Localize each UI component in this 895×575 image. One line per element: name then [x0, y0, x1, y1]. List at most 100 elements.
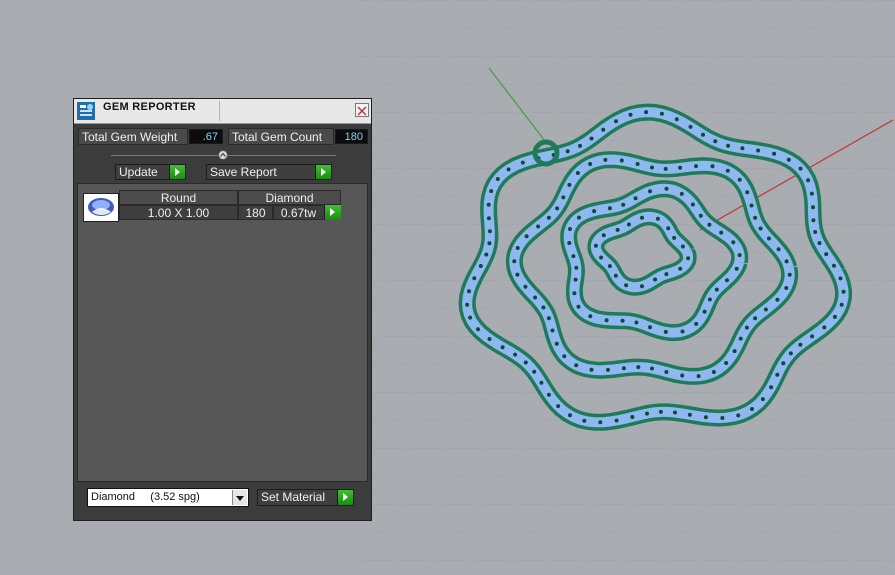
gem-prong — [822, 325, 827, 330]
gem-prong — [726, 143, 731, 148]
gem-prong — [568, 227, 572, 231]
chevron-down-icon[interactable] — [232, 490, 247, 505]
gem-prong — [798, 342, 803, 347]
gem-prong — [788, 351, 793, 356]
gem-reporter-panel: GEM REPORTER Total Gem Weight .67 Total … — [73, 98, 372, 521]
gem-prong — [513, 352, 518, 357]
gem-prong — [607, 206, 612, 211]
gem-prong — [512, 259, 517, 264]
gem-prong — [550, 328, 555, 333]
gem-prong — [536, 224, 541, 229]
gem-prong — [786, 157, 791, 162]
gem-prong — [650, 165, 654, 170]
gem-prong — [574, 363, 579, 368]
gem-size-cell[interactable]: 1.00 X 1.00 — [119, 205, 238, 220]
gem-prong — [749, 203, 754, 208]
gem-prong — [520, 160, 525, 165]
gem-prong — [672, 235, 677, 240]
gem-prong — [532, 369, 537, 374]
gem-prong — [487, 229, 492, 234]
gem-prong — [781, 361, 786, 366]
gem-prong — [658, 409, 663, 414]
set-material-button[interactable]: Set Material — [257, 489, 354, 506]
gem-prong — [687, 412, 692, 417]
gem-prong — [567, 241, 572, 245]
gem-prong — [599, 255, 604, 260]
gem-prong — [653, 277, 658, 282]
gem-prong — [476, 327, 480, 332]
gem-prong — [663, 329, 668, 334]
gem-prong — [467, 289, 471, 294]
gem-prong — [664, 272, 669, 277]
gem-prong — [711, 370, 716, 374]
panel-title-bar[interactable]: GEM REPORTER — [74, 99, 371, 124]
gem-prong — [472, 276, 477, 281]
gem-prong — [694, 321, 699, 326]
gem-prong — [601, 127, 606, 132]
panel-splitter-handle[interactable] — [218, 150, 228, 160]
gem-prong — [630, 415, 635, 419]
gem-prong — [648, 325, 652, 330]
gem-row-select-button[interactable] — [323, 205, 341, 220]
gem-prong — [832, 314, 837, 319]
gem-prong — [813, 230, 818, 234]
gem-prong — [678, 165, 683, 170]
gem-prong — [678, 266, 683, 271]
gem-prong — [810, 334, 815, 339]
gem-prong — [775, 297, 780, 302]
gem-prong — [737, 177, 742, 182]
gem-prong — [606, 367, 610, 372]
gem-prong — [753, 316, 758, 321]
gem-prong — [763, 307, 768, 312]
save-report-button[interactable]: Save Report — [206, 164, 332, 180]
gem-prong — [663, 166, 668, 171]
gem-prong — [640, 215, 644, 220]
gem-prong — [841, 289, 846, 294]
gem-prong — [680, 329, 685, 334]
gem-prong — [703, 415, 708, 420]
gem-prong — [593, 243, 598, 248]
gem-prong — [673, 410, 677, 415]
gem-prong — [555, 206, 560, 211]
gem-prong — [486, 216, 491, 221]
gem-weight-cell[interactable]: 0.67tw — [273, 205, 324, 220]
gem-prong — [515, 246, 520, 250]
close-button[interactable] — [355, 103, 369, 117]
gem-prong — [603, 157, 608, 162]
play-arrow-icon — [324, 205, 341, 220]
gem-prong — [523, 284, 528, 289]
gem-prong — [533, 295, 538, 300]
gem-prong — [734, 266, 739, 271]
gem-prong — [468, 315, 473, 320]
gem-prong — [578, 143, 582, 148]
gem-prong — [614, 418, 619, 423]
gem-prong — [772, 151, 777, 156]
gem-prong — [659, 111, 664, 116]
panel-title: GEM REPORTER — [103, 101, 196, 113]
gem-prong — [690, 202, 695, 207]
gem-prong — [489, 189, 494, 194]
gem-prong — [628, 112, 633, 117]
gem-prong — [688, 124, 693, 129]
gem-prong — [589, 367, 594, 372]
gem-prong — [696, 374, 701, 379]
gem-prong — [495, 177, 500, 181]
material-select[interactable]: Diamond (3.52 spg) — [87, 488, 249, 507]
gem-prong — [680, 244, 685, 249]
gem-prong — [601, 233, 606, 238]
gem-prong — [707, 297, 712, 302]
gem-prong — [784, 259, 789, 264]
update-button[interactable]: Update — [115, 164, 186, 180]
gem-count-cell[interactable]: 180 — [238, 205, 273, 220]
gem-prong — [613, 273, 618, 278]
gem-prong — [619, 158, 624, 163]
set-material-button-label: Set Material — [261, 490, 326, 504]
gem-prong — [546, 316, 551, 321]
gem-prong — [731, 240, 736, 245]
gem-prong — [636, 365, 641, 370]
gem-list — [77, 183, 368, 482]
gem-prong — [725, 168, 730, 173]
gem-prong — [736, 413, 741, 418]
gem-prong — [701, 132, 705, 137]
gem-prong — [758, 226, 763, 231]
